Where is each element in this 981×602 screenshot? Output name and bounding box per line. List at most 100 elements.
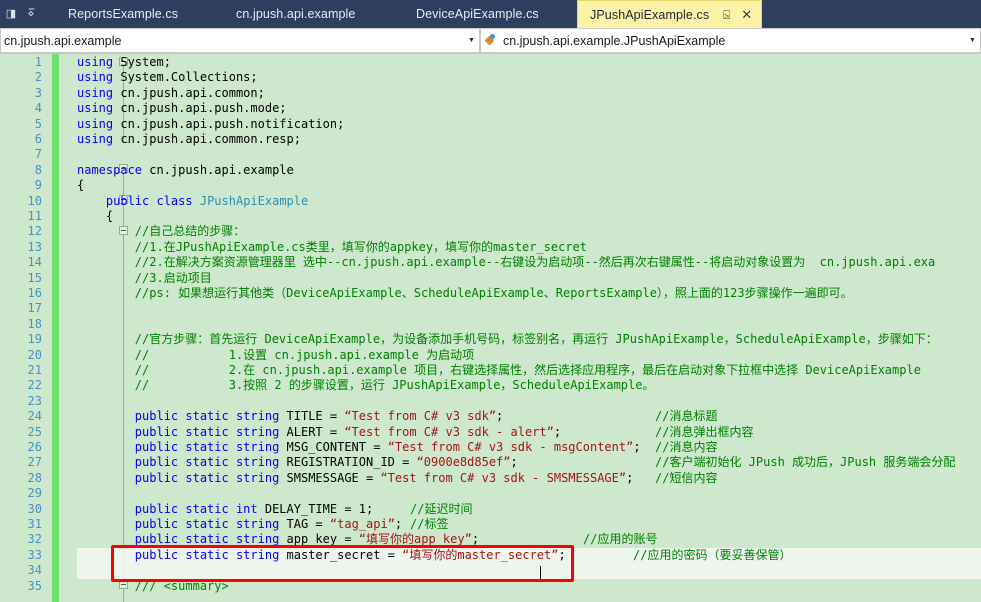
code-line[interactable]: 3 using cn.jpush.api.common;: [0, 86, 981, 101]
code-text: // 1.设置 cn.jpush.api.example 为启动项: [77, 348, 981, 363]
pin-icon[interactable]: ⋄̅: [22, 1, 40, 27]
chevron-down-icon-2[interactable]: ▼: [965, 29, 980, 52]
code-text: //官方步骤：首先运行 DeviceApiExample，为设备添加手机号码，标…: [77, 332, 981, 347]
code-token: “0900e8d85ef”: [416, 455, 511, 470]
code-line[interactable]: 19 //官方步骤：首先运行 DeviceApiExample，为设备添加手机号…: [0, 332, 981, 347]
tab-bar-filler: [762, 0, 981, 28]
editor-tab-3[interactable]: DeviceApiExample.cs: [402, 0, 577, 28]
code-text: using cn.jpush.api.push.mode;: [77, 101, 981, 116]
tab-list-icon[interactable]: ◨: [2, 1, 20, 27]
code-line[interactable]: 12 //自己总结的步骤：: [0, 224, 981, 239]
line-number: 16: [27, 286, 42, 300]
code-text: public static string master_secret = “填写…: [77, 548, 981, 563]
code-line[interactable]: 31 public static string TAG = “tag_api”;…: [0, 517, 981, 532]
code-token: public: [77, 409, 186, 424]
code-text: public static string TITLE = “Test from …: [77, 409, 981, 424]
code-token: cn.jpush.api.common.resp;: [120, 132, 301, 146]
code-token: ;: [633, 440, 641, 454]
visual-studio-editor-window: ◨ ⋄̅ ReportsExample.cs cn.jpush.api.examp…: [0, 0, 981, 602]
code-line[interactable]: 28 public static string SMSMESSAGE = “Te…: [0, 471, 981, 486]
line-number: 32: [27, 532, 42, 547]
editor-tab-label: DeviceApiExample.cs: [416, 7, 539, 21]
line-number: 20: [27, 347, 42, 362]
code-line[interactable]: 15 //3.启动项目: [0, 271, 981, 286]
code-line[interactable]: 27 public static string REGISTRATION_ID …: [0, 455, 981, 470]
trailing-comment: //标签: [410, 517, 449, 531]
code-token: “Test from C# v3 sdk - alert”: [344, 424, 554, 439]
trailing-comment: //消息标题: [655, 409, 718, 424]
chevron-down-icon[interactable]: ▼: [464, 29, 479, 52]
tab-close-icon[interactable]: ✕: [740, 7, 753, 23]
code-line[interactable]: 11 {: [0, 209, 981, 224]
code-token: cn.jpush.api.example: [149, 162, 294, 177]
code-line[interactable]: 2 using System.Collections;: [0, 70, 981, 85]
code-text: using System;: [77, 55, 981, 70]
code-token: cn.jpush.api.push.notification;: [120, 116, 345, 131]
code-line[interactable]: 34: [0, 563, 981, 578]
code-token: using: [77, 55, 121, 69]
code-line[interactable]: 4 using cn.jpush.api.push.mode;: [0, 101, 981, 116]
namespace-dropdown[interactable]: cn.jpush.api.example ▼: [0, 28, 480, 53]
navigation-bar: cn.jpush.api.example ▼ cn.jpush.api.exam…: [0, 28, 981, 54]
tab-pin-icon[interactable]: ⍄: [720, 8, 733, 23]
line-number: 22: [27, 378, 42, 393]
code-line[interactable]: 5 using cn.jpush.api.push.notification;: [0, 117, 981, 132]
code-text: //3.启动项目: [77, 271, 981, 286]
line-number: 11: [27, 209, 42, 223]
code-line[interactable]: 16 //ps: 如果想运行其他类（DeviceApiExample、Sched…: [0, 286, 981, 301]
code-token: app_key =: [286, 532, 359, 547]
trailing-comment: //短信内容: [655, 470, 718, 485]
type-member-dropdown[interactable]: cn.jpush.api.example.JPushApiExample ▼: [480, 28, 981, 53]
editor-tab-4[interactable]: JPushApiExample.cs ⍄ ✕: [577, 0, 763, 29]
code-token: //自己总结的步骤：: [77, 224, 246, 239]
code-line[interactable]: 22 // 3.按照 2 的步骤设置，运行 JPushApiExample，Sc…: [0, 378, 981, 393]
code-token: //2.在解决方案资源管理器里 选中--cn.jpush.api.example…: [77, 255, 936, 270]
code-token: cn.jpush.api.common;: [120, 85, 265, 100]
code-line[interactable]: 35 /// <summary>: [0, 579, 981, 594]
code-token: string: [235, 409, 287, 424]
code-line[interactable]: 18: [0, 317, 981, 332]
code-token: static: [185, 409, 236, 424]
code-line[interactable]: 21 // 2.在 cn.jpush.api.example 项目，右键选择属性…: [0, 363, 981, 378]
code-line[interactable]: 13 //1.在JPushApiExample.cs类里，填写你的appkey，…: [0, 240, 981, 255]
code-line[interactable]: 30 public static int DELAY_TIME = 1;//延迟…: [0, 502, 981, 517]
code-line[interactable]: 33 public static string master_secret = …: [0, 548, 981, 563]
editor-tab-1[interactable]: ReportsExample.cs: [54, 0, 222, 28]
code-line[interactable]: 10 public class JPushApiExample: [0, 194, 981, 209]
code-line[interactable]: 17: [0, 301, 981, 316]
code-line[interactable]: 23: [0, 394, 981, 409]
trailing-comment: //应用的账号: [583, 532, 658, 547]
code-line[interactable]: 20 // 1.设置 cn.jpush.api.example 为启动项: [0, 348, 981, 363]
line-number: 28: [27, 470, 42, 485]
code-line[interactable]: 32 public static string app_key = “填写你的a…: [0, 532, 981, 547]
code-token: /// <summary>: [77, 578, 229, 593]
code-editor-surface[interactable]: 1 using System; 2 using System.Collections;…: [0, 54, 981, 602]
code-text: //ps: 如果想运行其他类（DeviceApiExample、Schedule…: [77, 286, 981, 301]
code-line[interactable]: 29: [0, 486, 981, 501]
code-line[interactable]: 26 public static string MSG_CONTENT = “T…: [0, 440, 981, 455]
code-line[interactable]: 1 using System;: [0, 55, 981, 70]
code-token: ;: [496, 409, 504, 424]
line-number: 30: [27, 501, 42, 516]
code-text: //1.在JPushApiExample.cs类里，填写你的appkey，填写你…: [77, 240, 981, 255]
code-line[interactable]: 8 namespace cn.jpush.api.example: [0, 163, 981, 178]
code-token: static: [185, 470, 236, 485]
code-line[interactable]: 7: [0, 147, 981, 162]
code-token: string: [235, 455, 287, 470]
code-line[interactable]: 14 //2.在解决方案资源管理器里 选中--cn.jpush.api.exam…: [0, 255, 981, 270]
code-token: “填写你的app_key”: [358, 532, 472, 547]
editor-tab-2[interactable]: cn.jpush.api.example: [222, 0, 402, 28]
code-token: MSG_CONTENT =: [286, 440, 388, 454]
code-token: {: [77, 209, 114, 223]
code-token: “Test from C# v3 sdk - SMSMESSAGE”: [380, 470, 627, 485]
line-number: 6: [34, 132, 42, 146]
code-line[interactable]: 9{: [0, 178, 981, 193]
line-number: 9: [34, 178, 42, 193]
code-line[interactable]: 24 public static string TITLE = “Test fr…: [0, 409, 981, 424]
code-line[interactable]: 6 using cn.jpush.api.common.resp;: [0, 132, 981, 147]
code-text: /// <summary>: [77, 579, 981, 594]
code-text: // 3.按照 2 的步骤设置，运行 JPushApiExample，Sched…: [77, 378, 981, 393]
code-token: public: [77, 501, 186, 516]
code-line[interactable]: 25 public static string ALERT = “Test fr…: [0, 425, 981, 440]
code-token: using: [77, 132, 121, 146]
